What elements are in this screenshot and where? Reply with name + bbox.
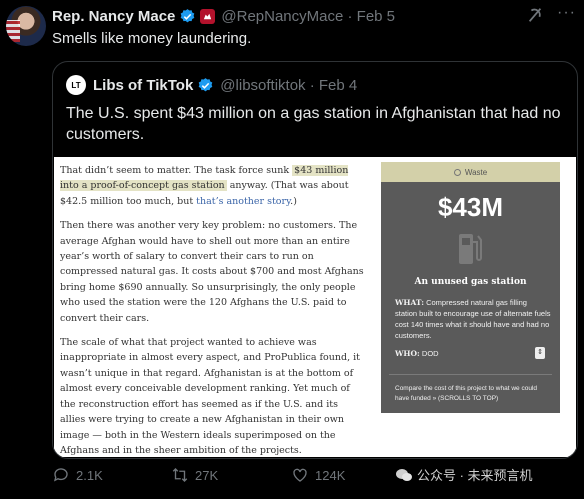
repost-count: 27K [195, 467, 219, 483]
waste-tag: Waste [381, 162, 560, 182]
article-prose: That didn’t seem to matter. The task for… [60, 163, 364, 458]
article-paragraph-3: The scale of what that project wanted to… [60, 337, 360, 456]
article-screenshot[interactable]: That didn’t seem to matter. The task for… [54, 157, 576, 457]
who-text: DOD [419, 349, 439, 358]
article-text: .) [290, 195, 297, 207]
cost-amount: $43M [437, 192, 504, 222]
waste-card: Waste $43M An unused gas station WHAT: C… [381, 162, 560, 413]
card-title: An unused gas station [414, 277, 527, 287]
card-what: WHAT: Compressed natural gas filling sta… [395, 297, 551, 341]
heart-icon [293, 468, 307, 482]
waste-tag-label: Waste [464, 167, 488, 177]
repost-button[interactable]: 27K [171, 466, 218, 484]
quoted-text: The U.S. spent $43 million on a gas stat… [66, 105, 561, 143]
article-paragraph-1: That didn’t seem to matter. The task for… [60, 163, 364, 209]
more-options-icon[interactable]: ··· [557, 4, 576, 22]
grok-icon[interactable] [526, 6, 544, 24]
quoted-handle-date: @libsoftiktok · Feb 4 [220, 77, 358, 94]
quoted-tweet[interactable]: LT Libs of TikTok @libsoftiktok · Feb 4 … [52, 61, 578, 459]
tweet-text: Smells like money laundering. [52, 30, 252, 47]
repost-icon [172, 468, 188, 482]
reply-button[interactable]: 2.1K [52, 466, 103, 484]
quoted-author-avatar: LT [66, 75, 86, 95]
article-text: That didn’t seem to matter. The task for… [60, 165, 293, 176]
quoted-header: Libs of TikTok @libsoftiktok · Feb 4 [93, 77, 357, 94]
like-count: 124K [315, 467, 346, 483]
author-handle-date[interactable]: @RepNancyMace · Feb 5 [221, 8, 395, 25]
article-paragraph-2: Then there was another very key problem:… [60, 220, 364, 324]
author-avatar[interactable] [6, 6, 46, 46]
tag-dot-icon [453, 168, 461, 176]
who-label: WHO: [395, 349, 420, 358]
tweet-header: Rep. Nancy Mace @RepNancyMace · Feb 5 [52, 7, 395, 25]
affiliation-badge-icon[interactable] [200, 8, 216, 24]
reply-count: 2.1K [76, 467, 103, 483]
verified-badge-icon [179, 8, 196, 25]
watermark-text: 公众号 · 未来预言机 [417, 468, 533, 483]
quoted-author-name: Libs of TikTok [93, 77, 194, 94]
watermark: 公众号 · 未来预言机 [395, 465, 533, 484]
author-name[interactable]: Rep. Nancy Mace [52, 8, 175, 25]
reply-icon [53, 468, 68, 482]
article-link: that’s another story [196, 195, 291, 207]
verified-badge-icon [197, 77, 214, 94]
card-divider [389, 374, 552, 375]
card-who: WHO: DOD [395, 349, 439, 358]
what-label: WHAT: [395, 298, 425, 307]
wechat-icon [396, 468, 412, 481]
card-footer: Compare the cost of this project to what… [395, 385, 537, 402]
gas-pump-icon [459, 234, 482, 264]
spinner-icon: ⇕ [535, 347, 545, 359]
like-button[interactable]: 124K [291, 466, 345, 484]
